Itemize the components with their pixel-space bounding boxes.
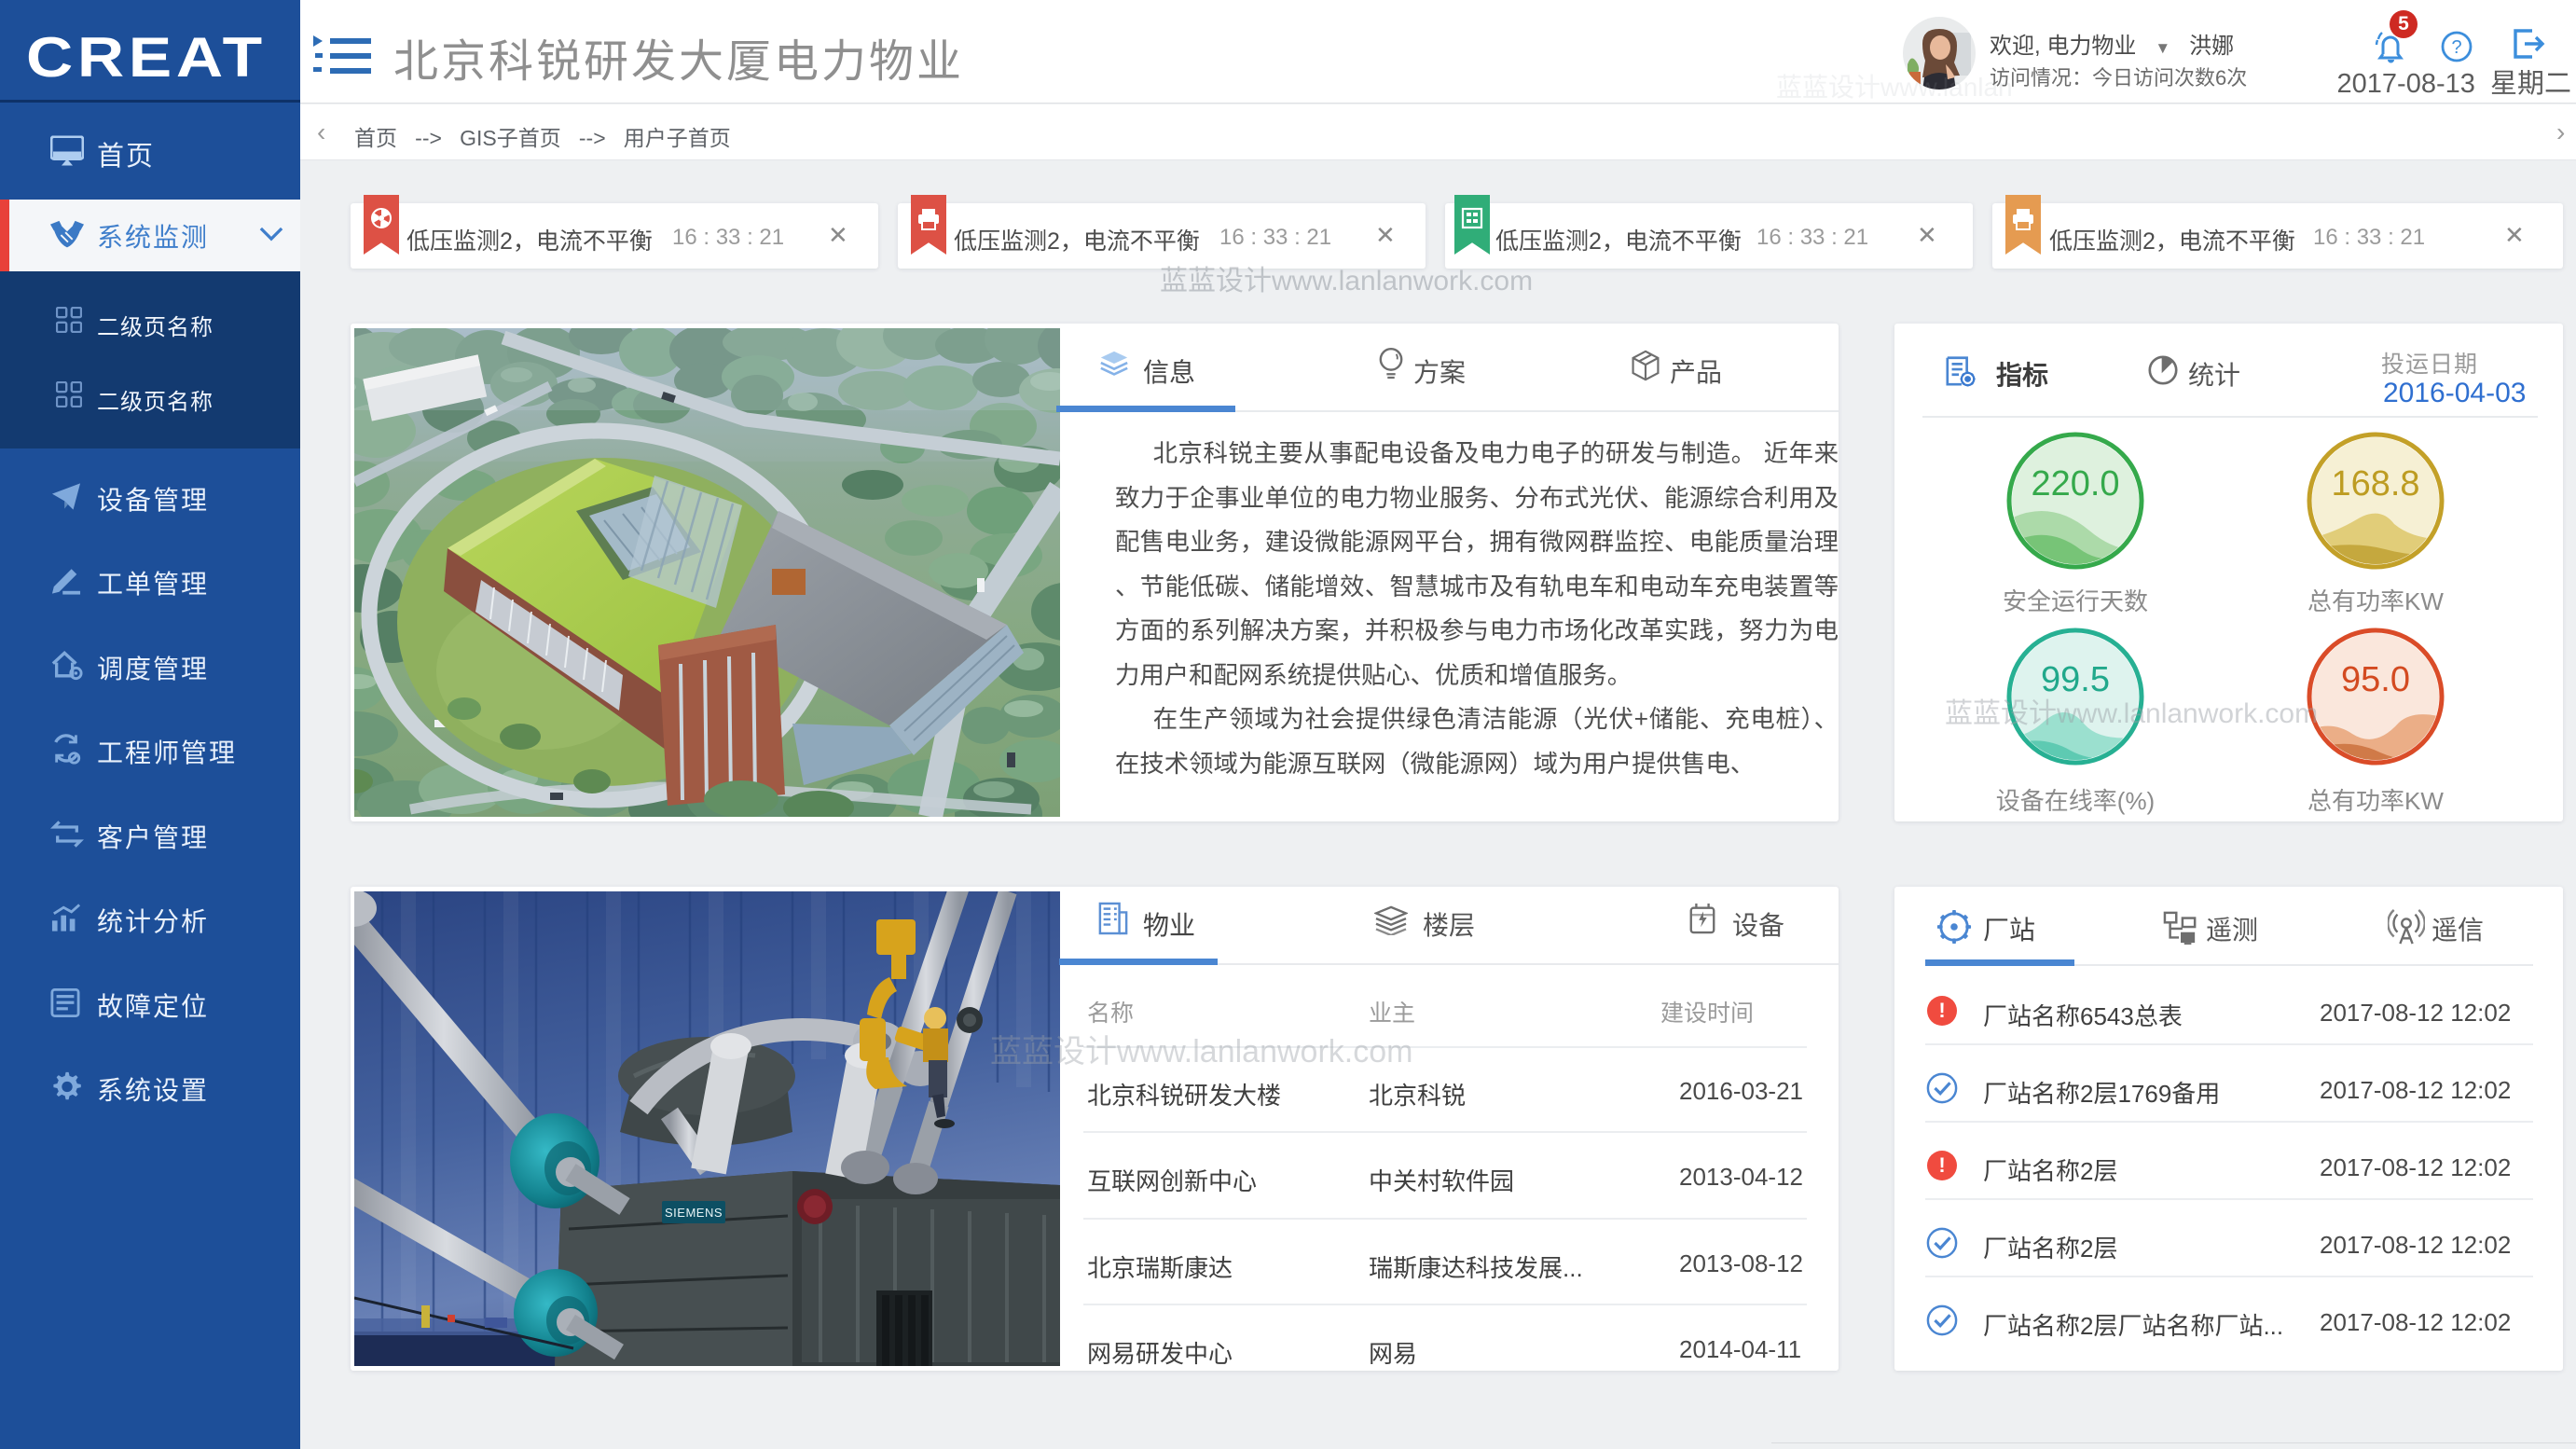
svg-text:99.5: 99.5 (2041, 660, 2110, 699)
svg-text:220.0: 220.0 (2031, 464, 2119, 504)
svg-text:SIEMENS: SIEMENS (665, 1206, 723, 1220)
svg-text:95.0: 95.0 (2341, 660, 2410, 699)
svg-text:?: ? (2451, 37, 2461, 58)
svg-text:168.8: 168.8 (2331, 464, 2419, 504)
